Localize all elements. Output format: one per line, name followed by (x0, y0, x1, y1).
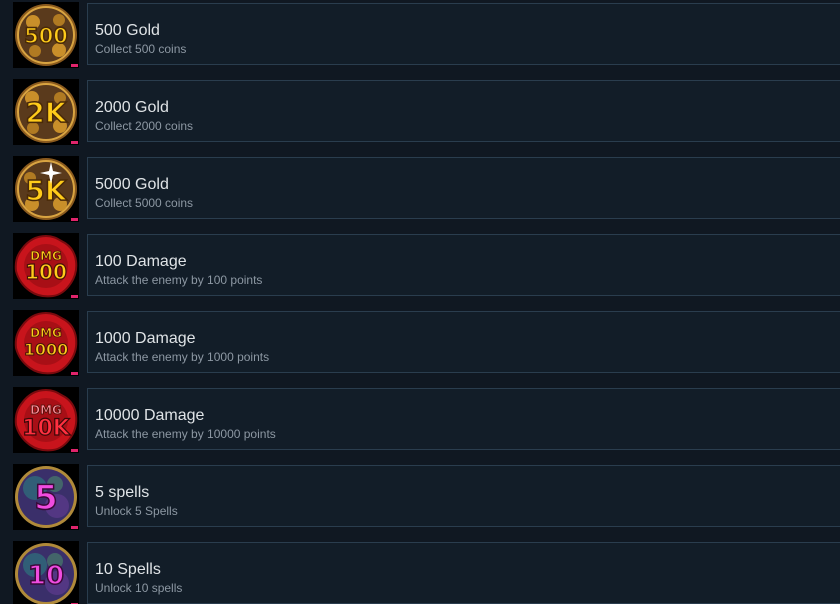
svg-text:5: 5 (34, 478, 58, 518)
achievement-title: 5000 Gold (95, 176, 169, 193)
achievement-row: 10 10 Spells Unlock 10 spells (0, 541, 840, 604)
achievement-title: 1000 Damage (95, 330, 196, 347)
gold-coins-icon: 2K (13, 79, 79, 145)
achievement-description: Unlock 5 Spells (95, 504, 178, 518)
svg-text:10K: 10K (22, 416, 71, 441)
achievement-panel[interactable]: 1000 Damage Attack the enemy by 1000 poi… (87, 311, 840, 373)
damage-seal-icon: DMG 10K (13, 387, 79, 453)
spell-orb-icon: 10 (13, 541, 79, 604)
corner-marker (71, 218, 78, 221)
achievement-panel[interactable]: 100 Damage Attack the enemy by 100 point… (87, 234, 840, 296)
achievement-title: 100 Damage (95, 253, 187, 270)
svg-text:500: 500 (24, 24, 68, 48)
achievement-row: 5K 5000 Gold Collect 5000 coins (0, 156, 840, 222)
achievement-description: Collect 5000 coins (95, 196, 194, 210)
gold-coins-sparkle-icon: 5K (13, 156, 79, 222)
achievement-panel[interactable]: 5000 Gold Collect 5000 coins (87, 157, 840, 219)
achievement-row: 5 5 spells Unlock 5 Spells (0, 464, 840, 530)
svg-text:5K: 5K (25, 174, 67, 207)
corner-marker (71, 64, 78, 67)
achievement-title: 500 Gold (95, 22, 160, 39)
achievement-row: DMG 100 100 Damage Attack the enemy by 1… (0, 233, 840, 299)
svg-text:1000: 1000 (24, 340, 69, 359)
achievement-row: 500 500 Gold Collect 500 coins (0, 2, 840, 68)
achievement-title: 10 Spells (95, 561, 161, 578)
corner-marker (71, 526, 78, 529)
achievement-panel[interactable]: 10000 Damage Attack the enemy by 10000 p… (87, 388, 840, 450)
achievement-title: 5 spells (95, 484, 150, 501)
achievement-description: Collect 500 coins (95, 42, 187, 56)
achievement-description: Attack the enemy by 10000 points (95, 427, 276, 441)
corner-marker (71, 141, 78, 144)
damage-seal-icon: DMG 1000 (13, 310, 79, 376)
achievement-description: Attack the enemy by 100 points (95, 273, 263, 287)
svg-text:DMG: DMG (30, 403, 62, 417)
achievement-panel[interactable]: 10 Spells Unlock 10 spells (87, 542, 840, 604)
svg-text:100: 100 (25, 260, 67, 284)
achievement-panel[interactable]: 5 spells Unlock 5 Spells (87, 465, 840, 527)
achievement-list: 500 500 Gold Collect 500 coins 2K 2000 G… (0, 0, 840, 604)
achievement-title: 2000 Gold (95, 99, 169, 116)
svg-text:DMG: DMG (30, 326, 62, 340)
achievement-description: Attack the enemy by 1000 points (95, 350, 270, 364)
achievement-description: Collect 2000 coins (95, 119, 194, 133)
gold-coins-icon: 500 (13, 2, 79, 68)
achievement-panel[interactable]: 500 Gold Collect 500 coins (87, 3, 840, 65)
svg-text:2K: 2K (25, 96, 67, 129)
svg-text:10: 10 (28, 561, 64, 591)
corner-marker (71, 449, 78, 452)
corner-marker (71, 372, 78, 375)
spell-orb-icon: 5 (13, 464, 79, 530)
corner-marker (71, 295, 78, 298)
achievement-row: DMG 10K 10000 Damage Attack the enemy by… (0, 387, 840, 453)
achievement-row: DMG 1000 1000 Damage Attack the enemy by… (0, 310, 840, 376)
achievement-title: 10000 Damage (95, 407, 205, 424)
achievement-panel[interactable]: 2000 Gold Collect 2000 coins (87, 80, 840, 142)
damage-seal-icon: DMG 100 (13, 233, 79, 299)
achievement-row: 2K 2000 Gold Collect 2000 coins (0, 79, 840, 145)
achievement-description: Unlock 10 spells (95, 581, 183, 595)
